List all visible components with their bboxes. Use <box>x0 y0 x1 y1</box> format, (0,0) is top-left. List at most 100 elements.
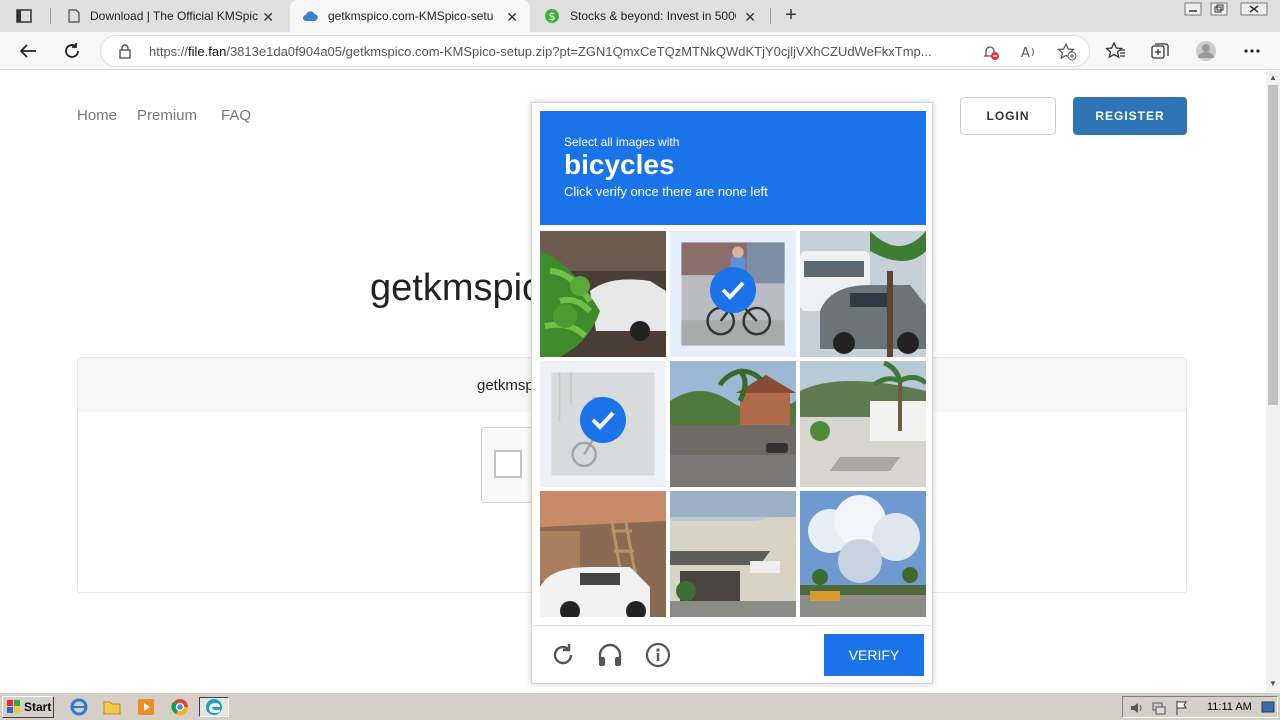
challenge-footer: VERIFY <box>532 625 932 683</box>
tab-stocks[interactable]: $ Stocks & beyond: Invest in 5000 ✕ <box>532 0 768 32</box>
image-tile[interactable] <box>800 491 926 617</box>
tile-image-shed-car <box>540 491 666 617</box>
close-tab-icon[interactable]: ✕ <box>506 9 518 26</box>
image-tile[interactable] <box>670 361 796 487</box>
image-tile[interactable] <box>800 361 926 487</box>
flag-icon[interactable] <box>1175 700 1189 716</box>
page-icon <box>68 9 80 23</box>
taskbar-media-player[interactable] <box>135 697 157 717</box>
dollar-icon: $ <box>545 9 559 23</box>
scroll-down-icon[interactable]: ▼ <box>1269 679 1277 688</box>
tab-actions-button[interactable] <box>8 5 40 27</box>
recaptcha-challenge: Select all images with bicycles Click ve… <box>531 102 933 684</box>
recaptcha-checkbox[interactable] <box>494 450 522 478</box>
scrollbar-thumb[interactable] <box>1268 85 1278 405</box>
windows-logo-icon <box>7 700 20 713</box>
restore-button[interactable] <box>1210 2 1228 19</box>
tile-image-hillside-house <box>670 361 796 487</box>
tab-title: Stocks & beyond: Invest in 5000 <box>570 9 736 23</box>
nav-home[interactable]: Home <box>77 107 117 124</box>
tab-strip: Download | The Official KMSpico ✕ getkms… <box>0 0 1280 32</box>
register-button[interactable]: REGISTER <box>1073 97 1187 135</box>
tab-separator <box>50 8 51 24</box>
restore-icon <box>1210 2 1228 16</box>
volume-icon[interactable] <box>1129 700 1145 716</box>
minimize-button[interactable] <box>1184 2 1202 19</box>
headphones-icon <box>598 643 622 666</box>
taskbar-ie[interactable] <box>68 697 90 717</box>
svg-text:A: A <box>1021 46 1030 60</box>
selected-check-icon <box>580 397 626 443</box>
image-tile[interactable] <box>540 491 666 617</box>
tab-kmspico-download[interactable]: Download | The Official KMSpico ✕ <box>56 0 286 32</box>
start-label: Start <box>24 700 52 714</box>
url-scheme: https:// <box>149 44 189 59</box>
favorites-icon <box>1106 42 1125 59</box>
tab-title: Download | The Official KMSpico <box>90 9 258 23</box>
url-path: /3813e1da0f904a05/getkmspico.com-KMSpico… <box>226 44 932 59</box>
audio-challenge-button[interactable] <box>597 642 623 668</box>
challenge-hint: Click verify once there are none left <box>564 184 768 199</box>
taskbar-chrome[interactable] <box>169 697 191 717</box>
image-tile[interactable] <box>540 231 666 357</box>
image-tile-selected[interactable] <box>540 361 666 487</box>
scroll-up-icon[interactable]: ▲ <box>1269 73 1277 82</box>
recaptcha-widget <box>481 427 537 503</box>
collections-button[interactable] <box>1147 38 1173 64</box>
reload-challenge-button[interactable] <box>550 642 576 668</box>
clock: 11:11 AM <box>1207 701 1252 713</box>
info-icon <box>645 642 671 668</box>
tile-image-plaza-palms <box>800 361 926 487</box>
url-text: https://file.fan/3813e1da0f904a05/getkms… <box>149 44 971 59</box>
refresh-icon <box>65 43 79 58</box>
login-button[interactable]: LOGIN <box>960 97 1056 135</box>
settings-more-button[interactable] <box>1239 38 1265 64</box>
image-grid <box>540 231 926 617</box>
show-desktop-icon[interactable] <box>1261 700 1275 714</box>
avatar-icon <box>1196 41 1216 61</box>
notification-blocked-icon[interactable] <box>981 43 1001 61</box>
challenge-instruction: Select all images with <box>564 135 680 149</box>
network-icon[interactable] <box>1151 700 1167 716</box>
taskbar: Start 11:11 AM <box>0 692 1280 720</box>
start-button[interactable]: Start <box>2 696 54 718</box>
tab-getkmspico-setup[interactable]: getkmspico.com-KMSpico-setup ✕ <box>290 0 530 32</box>
help-button[interactable] <box>645 642 671 668</box>
file-title: getkmspico <box>370 267 535 309</box>
media-player-icon <box>138 699 154 715</box>
taskbar-explorer[interactable] <box>101 697 123 717</box>
nav-faq[interactable]: FAQ <box>221 107 251 124</box>
nav-premium[interactable]: Premium <box>137 107 197 124</box>
refresh-button[interactable] <box>59 38 85 64</box>
address-bar[interactable]: https://file.fan/3813e1da0f904a05/getkms… <box>100 35 1090 67</box>
system-tray: 11:11 AM <box>1122 696 1278 718</box>
close-tab-icon[interactable]: ✕ <box>262 9 274 26</box>
minimize-icon <box>1184 2 1202 16</box>
reload-icon <box>553 644 573 665</box>
chrome-icon <box>171 699 189 716</box>
add-favorite-icon[interactable] <box>1057 43 1077 61</box>
close-tab-icon[interactable]: ✕ <box>744 9 756 26</box>
taskbar-edge[interactable] <box>199 697 229 717</box>
back-button[interactable] <box>15 38 41 64</box>
more-dots-icon <box>1244 49 1260 53</box>
cloud-download-icon <box>303 11 318 22</box>
tab-separator <box>770 8 771 24</box>
image-tile[interactable] <box>670 491 796 617</box>
read-aloud-icon[interactable]: A <box>1019 43 1039 61</box>
close-window-button[interactable] <box>1240 2 1268 19</box>
new-tab-button[interactable]: + <box>780 4 802 27</box>
image-tile[interactable] <box>800 231 926 357</box>
tile-image-cars-tree <box>800 231 926 357</box>
collections-icon <box>1151 43 1169 59</box>
image-tile-selected[interactable] <box>670 231 796 357</box>
svg-text:$: $ <box>549 10 556 23</box>
challenge-header: Select all images with bicycles Click ve… <box>540 111 926 225</box>
profile-button[interactable] <box>1193 38 1219 64</box>
selected-check-icon <box>710 267 756 313</box>
folder-icon <box>103 701 121 715</box>
close-icon <box>1240 2 1268 16</box>
page-scrollbar[interactable]: ▲ ▼ <box>1266 71 1280 692</box>
favorites-button[interactable] <box>1103 38 1129 64</box>
verify-button[interactable]: VERIFY <box>824 634 924 676</box>
